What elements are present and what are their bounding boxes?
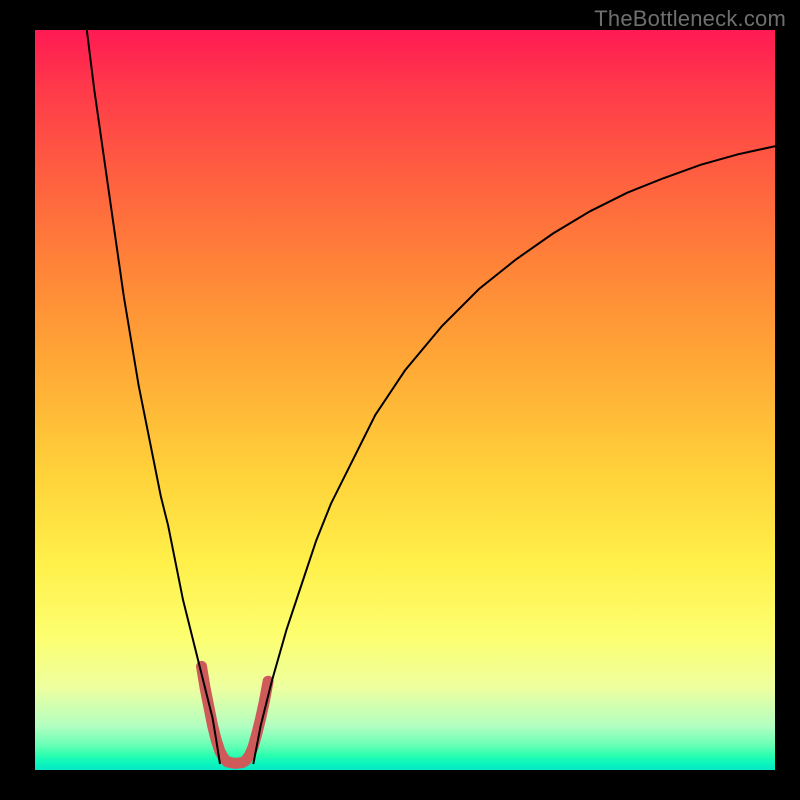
plot-area — [35, 30, 775, 770]
curve-layer — [35, 30, 775, 770]
chart-frame: TheBottleneck.com — [0, 0, 800, 800]
series-right-branch — [253, 146, 775, 764]
watermark-text: TheBottleneck.com — [594, 6, 786, 32]
series-left-branch — [87, 30, 220, 764]
